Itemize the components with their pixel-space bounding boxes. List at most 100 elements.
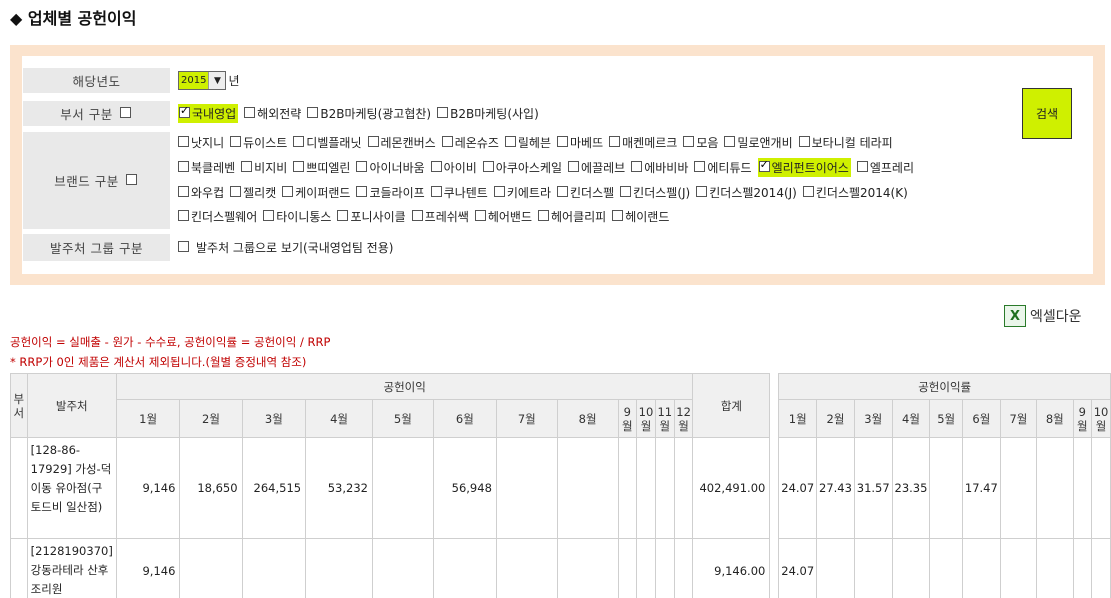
brand-option[interactable]: 디벨플래닛: [293, 134, 362, 151]
brand-option[interactable]: 매켄메르크: [609, 134, 677, 151]
brand-option[interactable]: 젤리캣: [230, 184, 276, 201]
brand-option[interactable]: 낫지니: [178, 134, 224, 151]
brand-option-checkbox[interactable]: [430, 161, 442, 172]
brand-option[interactable]: 레몬캔버스: [367, 134, 436, 151]
brand-option[interactable]: 북클레벤: [178, 158, 235, 177]
brand-option-checkbox[interactable]: [356, 161, 368, 172]
brand-option[interactable]: 포니사이클: [337, 208, 406, 225]
brand-option-checkbox[interactable]: [178, 161, 189, 172]
brand-option[interactable]: 마베뜨: [557, 134, 603, 151]
brand-all-checkbox[interactable]: [125, 174, 137, 185]
brand-option-checkbox[interactable]: [411, 210, 423, 221]
brand-option[interactable]: 프레쉬쌕: [411, 208, 469, 225]
rate-cell: 24.07: [778, 538, 818, 598]
brand-option-checkbox[interactable]: [482, 161, 494, 172]
brand-option-checkbox[interactable]: [178, 186, 189, 197]
brand-option[interactable]: 킨더스펠2014(J): [696, 184, 797, 201]
brand-option-checkbox[interactable]: [856, 161, 868, 172]
brand-option[interactable]: 에티튜드: [694, 158, 752, 177]
brand-option[interactable]: 릴헤븐: [504, 134, 551, 151]
search-button[interactable]: 검색: [1022, 88, 1072, 139]
brand-option-checkbox[interactable]: [557, 186, 568, 197]
profit-month-header: 11월: [654, 399, 675, 438]
excel-download-button[interactable]: X 엑셀다운: [1004, 305, 1082, 327]
brand-option[interactable]: 쿠나텐트: [430, 184, 488, 201]
brand-option-checkbox[interactable]: [557, 136, 568, 147]
brand-option[interactable]: 킨더스펠: [557, 184, 614, 201]
dept-option[interactable]: B2B마케팅(광고협찬): [307, 105, 431, 122]
brand-option-checkbox[interactable]: [493, 186, 505, 197]
brand-option-checkbox[interactable]: [568, 161, 580, 172]
brand-option-checkbox[interactable]: [356, 186, 368, 197]
brand-option-checkbox[interactable]: [293, 136, 305, 147]
dept-option-checkbox[interactable]: [244, 107, 256, 118]
brand-option-checkbox[interactable]: [612, 210, 624, 221]
brand-option[interactable]: 키에트라: [493, 184, 551, 201]
brand-option[interactable]: 킨더스펠(J): [620, 184, 690, 201]
brand-option-checkbox[interactable]: [696, 186, 708, 197]
brand-option-checkbox[interactable]: [441, 136, 453, 147]
dept-option-checkbox[interactable]: [179, 104, 190, 118]
brand-option[interactable]: 쁘띠엘린: [293, 158, 350, 177]
brand-option-checkbox[interactable]: [758, 158, 770, 172]
brand-option[interactable]: 에끌레브: [568, 158, 625, 177]
brand-option[interactable]: 아이비: [430, 158, 477, 177]
profit-cell: [179, 538, 243, 598]
dept-all-checkbox[interactable]: [119, 107, 131, 118]
brand-option-checkbox[interactable]: [798, 136, 810, 147]
brand-option-checkbox[interactable]: [230, 136, 242, 147]
brand-option[interactable]: 킨더스펠2014(K): [802, 184, 908, 201]
rate-cell: [1072, 437, 1093, 539]
brand-option-checkbox[interactable]: [178, 136, 189, 147]
brand-option[interactable]: 에바비바: [631, 158, 688, 177]
brand-option-checkbox[interactable]: [367, 136, 379, 147]
formula-note: 공헌이익 = 실매출 - 원가 - 수수료, 공헌이익률 = 공헌이익 / RR…: [10, 335, 331, 349]
dept-option[interactable]: 해외전략: [244, 105, 301, 122]
brand-option[interactable]: 코들라이프: [356, 184, 425, 201]
brand-option[interactable]: 듀이스트: [230, 134, 287, 151]
brand-option-checkbox[interactable]: [694, 161, 706, 172]
brand-option[interactable]: 밀로앤개비: [724, 134, 793, 151]
brand-option[interactable]: 타이니통스: [263, 208, 331, 225]
brand-option-checkbox[interactable]: [620, 186, 632, 197]
brand-option[interactable]: 레온슈즈: [441, 134, 499, 151]
brand-option-checkbox[interactable]: [263, 210, 275, 221]
brand-option-checkbox[interactable]: [683, 136, 695, 147]
dept-option-checkbox[interactable]: [437, 107, 449, 118]
brand-option-checkbox[interactable]: [282, 186, 294, 197]
brand-option[interactable]: 와우컵: [178, 184, 224, 201]
brand-option[interactable]: 아쿠아스케일: [482, 158, 562, 177]
brand-option-checkbox[interactable]: [504, 136, 516, 147]
brand-option-checkbox[interactable]: [293, 161, 305, 172]
brand-option[interactable]: 헤이랜드: [612, 208, 669, 225]
brand-option-checkbox[interactable]: [724, 136, 736, 147]
brand-option[interactable]: 헤어밴드: [474, 208, 532, 225]
brand-option-checkbox[interactable]: [178, 210, 189, 221]
dept-option-checkbox[interactable]: [307, 107, 319, 118]
dept-option[interactable]: B2B마케팅(사입): [437, 105, 539, 122]
brand-option-checkbox[interactable]: [474, 210, 486, 221]
group-checkbox[interactable]: [178, 241, 189, 252]
year-select[interactable]: 2015 ▼: [178, 71, 227, 90]
brand-option-checkbox[interactable]: [538, 210, 549, 221]
brand-option-checkbox[interactable]: [337, 210, 349, 221]
brand-option[interactable]: 아이너바움: [356, 158, 425, 177]
brand-option-checkbox[interactable]: [241, 161, 253, 172]
brand-option-checkbox[interactable]: [631, 161, 643, 172]
chevron-down-icon[interactable]: ▼: [208, 72, 226, 89]
brand-option[interactable]: 보타니컬 테라피: [798, 134, 893, 151]
brand-option[interactable]: 케이퍼랜드: [282, 184, 350, 201]
brand-option[interactable]: 엘프레리: [856, 158, 914, 177]
brand-option-checkbox[interactable]: [802, 186, 814, 197]
brand-option-checkbox[interactable]: [609, 136, 621, 147]
brand-option[interactable]: 비지비: [241, 158, 287, 177]
brand-option-checkbox[interactable]: [430, 186, 442, 197]
brand-option[interactable]: 엘리펀트이어스: [757, 158, 851, 177]
brand-option[interactable]: 모음: [683, 134, 718, 151]
group-option[interactable]: 발주처 그룹으로 보기(국내영업팀 전용): [178, 239, 393, 256]
brand-option-checkbox[interactable]: [230, 186, 242, 197]
brand-option[interactable]: 킨더스펠웨어: [178, 208, 257, 225]
dept-option[interactable]: 국내영업: [178, 104, 239, 123]
profit-cell: [673, 538, 694, 598]
brand-option[interactable]: 헤어클리피: [538, 208, 606, 225]
